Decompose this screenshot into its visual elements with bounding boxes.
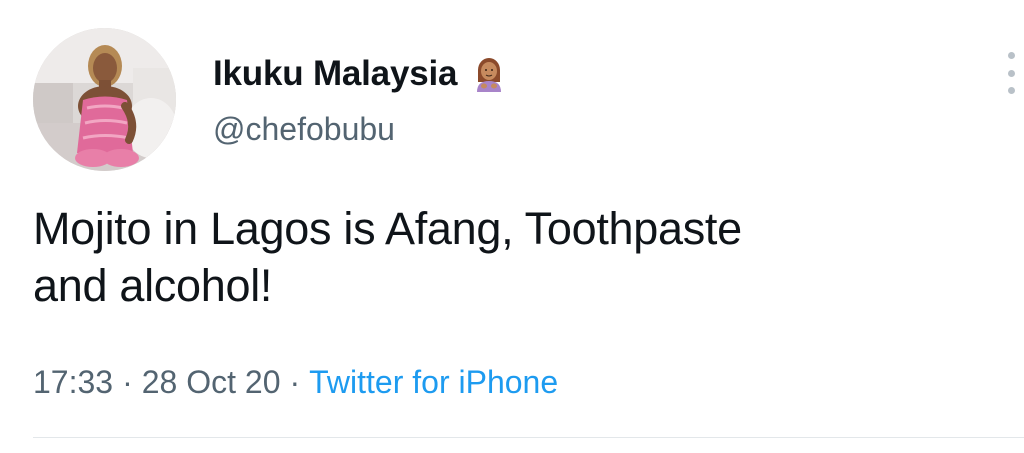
author-display-name[interactable]: Ikuku Malaysia [213, 54, 457, 94]
avatar-photo [33, 28, 176, 171]
tweet-text: Mojito in Lagos is Afang, Toothpaste and… [33, 200, 1008, 314]
meta-separator: · [289, 364, 301, 400]
more-vertical-icon-dot [1007, 69, 1015, 77]
tweet-time[interactable]: 17:33 [33, 364, 113, 400]
tweet-date[interactable]: 28 Oct 20 [142, 364, 281, 400]
more-vertical-icon-dot [1007, 87, 1015, 94]
tweet-text-line: Mojito in Lagos is Afang, Toothpaste [33, 203, 742, 254]
tweet-source-link[interactable]: Twitter for iPhone [309, 364, 558, 400]
divider [33, 437, 1024, 438]
author-avatar[interactable] [33, 28, 176, 171]
tweet-text-line: and alcohol! [33, 260, 273, 311]
meta-separator: · [122, 364, 133, 400]
tweet-card: Ikuku Malaysia @chefobubu Mojito in Lago… [0, 0, 1024, 453]
more-options-button[interactable] [998, 50, 1024, 96]
more-vertical-icon [1007, 52, 1015, 59]
author-handle[interactable]: @chefobubu [213, 111, 395, 148]
person-gesturing-emoji-icon [471, 56, 507, 92]
tweet-metadata: 17:33 · 28 Oct 20 · Twitter for iPhone [33, 364, 558, 401]
author-name-row: Ikuku Malaysia [213, 52, 507, 96]
